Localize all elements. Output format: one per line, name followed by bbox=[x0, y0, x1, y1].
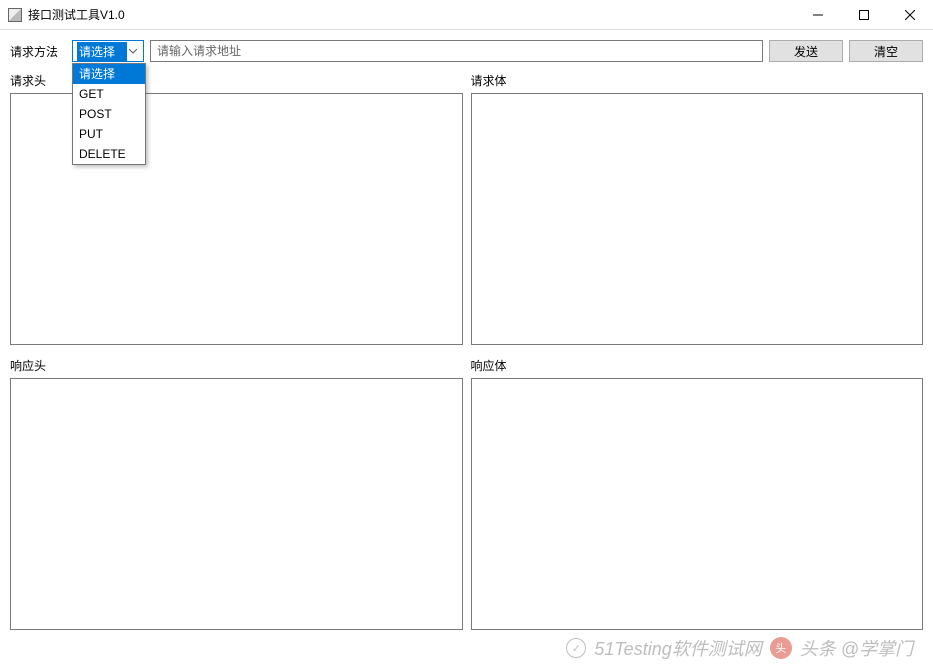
toutiao-icon: 头 bbox=[770, 637, 792, 659]
method-option-put[interactable]: PUT bbox=[73, 124, 145, 144]
app-icon bbox=[8, 8, 22, 22]
method-dropdown: 请选择 GET POST PUT DELETE bbox=[72, 63, 146, 165]
request-body-panel: 请求体 bbox=[471, 72, 924, 345]
method-label: 请求方法 bbox=[10, 43, 66, 60]
watermark-text-1: 51Testing软件测试网 bbox=[594, 635, 761, 661]
response-body-label: 响应体 bbox=[471, 357, 924, 374]
method-option-delete[interactable]: DELETE bbox=[73, 144, 145, 164]
method-option-placeholder[interactable]: 请选择 bbox=[73, 64, 145, 84]
close-button[interactable] bbox=[887, 0, 933, 29]
chevron-down-icon bbox=[127, 49, 139, 54]
request-panels: 请求头 请求体 bbox=[10, 72, 923, 345]
clear-button[interactable]: 清空 bbox=[849, 40, 923, 62]
window-controls bbox=[795, 0, 933, 29]
watermark-text-2: 头条 @学掌门 bbox=[800, 635, 913, 661]
url-input[interactable] bbox=[150, 40, 763, 62]
response-headers-label: 响应头 bbox=[10, 357, 463, 374]
response-headers-panel: 响应头 bbox=[10, 357, 463, 630]
method-selected-text: 请选择 bbox=[77, 42, 127, 61]
request-body-textarea[interactable] bbox=[471, 93, 924, 345]
send-button[interactable]: 发送 bbox=[769, 40, 843, 62]
content-area: 请求方法 请选择 请选择 GET POST PUT DELETE 发送 清空 请… bbox=[0, 30, 933, 630]
response-body-panel: 响应体 bbox=[471, 357, 924, 630]
wechat-icon: ✓ bbox=[566, 638, 586, 658]
minimize-button[interactable] bbox=[795, 0, 841, 29]
response-panels: 响应头 响应体 bbox=[10, 357, 923, 630]
maximize-button[interactable] bbox=[841, 0, 887, 29]
window-title: 接口测试工具V1.0 bbox=[28, 6, 795, 23]
watermark: ✓ 51Testing软件测试网 头 头条 @学掌门 bbox=[566, 635, 913, 661]
response-headers-textarea[interactable] bbox=[10, 378, 463, 630]
response-body-textarea[interactable] bbox=[471, 378, 924, 630]
method-option-get[interactable]: GET bbox=[73, 84, 145, 104]
request-body-label: 请求体 bbox=[471, 72, 924, 89]
request-toolbar: 请求方法 请选择 请选择 GET POST PUT DELETE 发送 清空 bbox=[10, 40, 923, 62]
method-select[interactable]: 请选择 请选择 GET POST PUT DELETE bbox=[72, 40, 144, 62]
method-option-post[interactable]: POST bbox=[73, 104, 145, 124]
titlebar: 接口测试工具V1.0 bbox=[0, 0, 933, 30]
